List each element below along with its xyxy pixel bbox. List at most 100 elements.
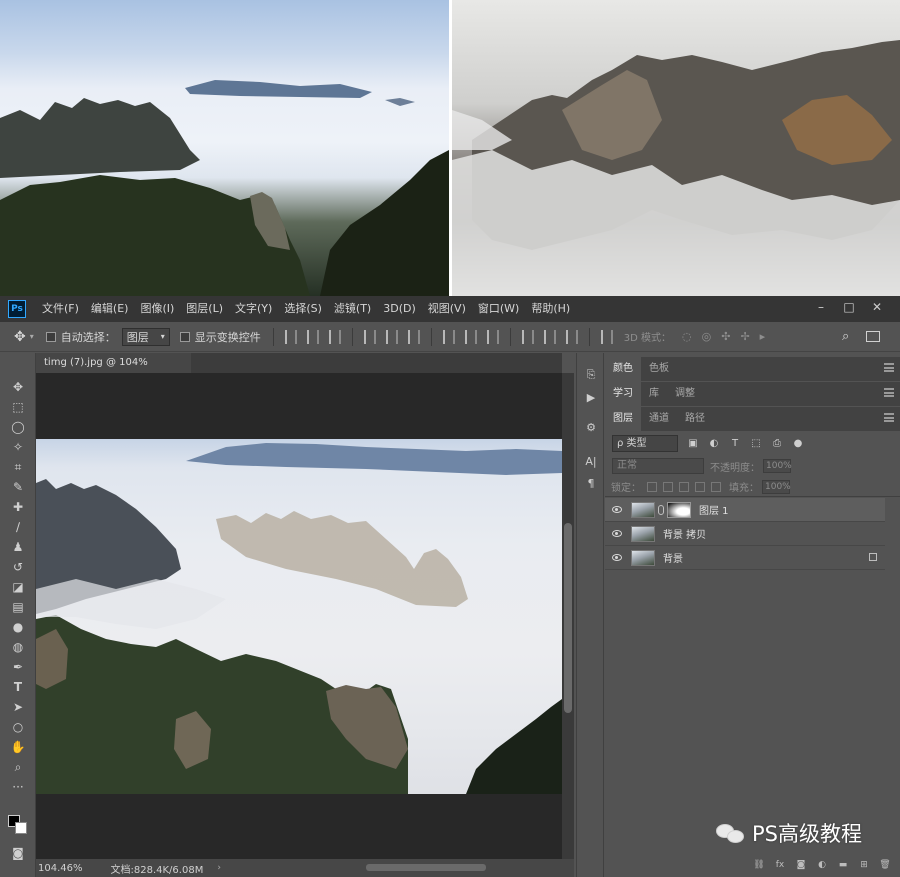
tab-adjustments[interactable]: 调整 [667, 382, 703, 406]
marquee-tool-icon[interactable]: ⬚ [8, 397, 28, 417]
add-mask-icon[interactable]: ◙ [795, 859, 807, 871]
tab-paths[interactable]: 路径 [677, 407, 713, 431]
properties-panel-icon[interactable]: ⚙ [583, 419, 599, 435]
panel-menu-icon[interactable] [884, 388, 894, 397]
horizontal-scrollbar-thumb[interactable] [366, 864, 486, 871]
new-group-icon[interactable]: ▬ [837, 859, 849, 871]
auto-select-checkbox[interactable] [45, 331, 56, 342]
close-button[interactable]: ✕ [866, 296, 888, 318]
paragraph-panel-icon[interactable]: ¶ [583, 475, 599, 491]
menu-type[interactable]: 文字(Y) [229, 296, 278, 322]
character-panel-icon[interactable]: A| [583, 453, 599, 469]
vertical-scrollbar[interactable] [562, 373, 574, 859]
lasso-tool-icon[interactable]: ◯ [8, 417, 28, 437]
opacity-input[interactable]: 100% [763, 459, 792, 473]
path-selection-tool-icon[interactable]: ➤ [8, 697, 28, 717]
brush-tool-icon[interactable]: ∕ [8, 517, 28, 537]
lock-transparent-icon[interactable] [647, 481, 657, 492]
move-icon[interactable]: ✥ [14, 329, 26, 345]
zoom-tool-icon[interactable]: ⌕ [8, 757, 28, 777]
distribute-bottom-icon[interactable] [486, 329, 499, 344]
eyedropper-tool-icon[interactable]: ✎ [8, 477, 28, 497]
align-bottom-icon[interactable] [328, 329, 341, 344]
blur-tool-icon[interactable]: ● [8, 617, 28, 637]
menu-image[interactable]: 图像(I) [134, 296, 180, 322]
lock-image-icon[interactable] [663, 481, 673, 492]
tool-preset-chevron-icon[interactable]: ▾ [30, 332, 34, 341]
search-icon[interactable]: ⌕ [842, 329, 849, 344]
menu-layer[interactable]: 图层(L) [180, 296, 229, 322]
tab-libraries[interactable]: 库 [641, 382, 667, 406]
lock-icon[interactable] [869, 553, 877, 561]
layer-row[interactable]: 图层 1 [605, 498, 885, 522]
tab-swatches[interactable]: 色板 [641, 357, 677, 381]
lock-artboard-icon[interactable] [695, 481, 705, 492]
tab-color[interactable]: 颜色 [605, 357, 641, 381]
crop-tool-icon[interactable]: ⌗ [8, 457, 28, 477]
history-panel-icon[interactable]: ⎘ [583, 367, 599, 383]
new-layer-icon[interactable]: ⊞ [858, 859, 870, 871]
align-right-icon[interactable] [407, 329, 420, 344]
history-brush-tool-icon[interactable]: ↺ [8, 557, 28, 577]
move-tool-icon[interactable]: ✥ [8, 377, 28, 397]
trash-icon[interactable]: 🗑 [879, 859, 891, 871]
filter-pixel-icon[interactable]: ▣ [687, 437, 699, 449]
align-hcenter-icon[interactable] [385, 329, 398, 344]
clone-stamp-tool-icon[interactable]: ♟ [8, 537, 28, 557]
menu-select[interactable]: 选择(S) [278, 296, 328, 322]
eye-icon[interactable] [612, 554, 622, 561]
layer-row[interactable]: 背景 拷贝 [605, 522, 885, 546]
layer-style-fx-icon[interactable]: fx [774, 859, 786, 871]
filter-type-icon[interactable]: T [729, 437, 741, 449]
tab-layers[interactable]: 图层 [605, 407, 641, 431]
align-vcenter-icon[interactable] [306, 329, 319, 344]
link-layers-icon[interactable]: ⛓ [753, 859, 765, 871]
lock-position-icon[interactable] [679, 481, 689, 492]
filter-smartobject-icon[interactable]: ⎙ [771, 437, 783, 449]
quick-mask-icon[interactable]: ◙ [8, 843, 28, 863]
link-icon[interactable] [658, 504, 664, 515]
type-tool-icon[interactable]: T [8, 677, 28, 697]
layer-row[interactable]: 背景 [605, 546, 885, 570]
align-top-icon[interactable] [284, 329, 297, 344]
eye-icon[interactable] [612, 530, 622, 537]
pen-tool-icon[interactable]: ✒ [8, 657, 28, 677]
lock-all-icon[interactable] [711, 481, 721, 492]
menu-filter[interactable]: 滤镜(T) [328, 296, 377, 322]
distribute-top-icon[interactable] [442, 329, 455, 344]
video-3d-icon[interactable]: ▸ [760, 330, 766, 343]
auto-align-icon[interactable] [600, 329, 613, 344]
menu-3d[interactable]: 3D(D) [377, 296, 422, 322]
panel-menu-icon[interactable] [884, 413, 894, 422]
distribute-hcenter-icon[interactable] [543, 329, 556, 344]
menu-window[interactable]: 窗口(W) [472, 296, 525, 322]
eraser-tool-icon[interactable]: ◪ [8, 577, 28, 597]
align-left-icon[interactable] [363, 329, 376, 344]
hand-tool-icon[interactable]: ✋ [8, 737, 28, 757]
distribute-right-icon[interactable] [565, 329, 578, 344]
menu-file[interactable]: 文件(F) [36, 296, 85, 322]
auto-select-target-dropdown[interactable]: 图层 ▾ [121, 327, 170, 346]
zoom-level[interactable]: 104.46% [38, 863, 83, 874]
show-transform-checkbox[interactable] [179, 331, 190, 342]
ellipse-tool-icon[interactable]: ○ [8, 717, 28, 737]
background-color-swatch[interactable] [15, 822, 27, 834]
document-canvas[interactable] [36, 439, 562, 794]
tab-learn[interactable]: 学习 [605, 382, 641, 406]
filter-adjustment-icon[interactable]: ◐ [708, 437, 720, 449]
eye-icon[interactable] [612, 506, 622, 513]
filter-toggle-icon[interactable]: ● [792, 437, 804, 449]
vertical-scrollbar-thumb[interactable] [564, 523, 572, 713]
fill-input[interactable]: 100% [762, 479, 791, 494]
layer-mask-thumbnail[interactable] [667, 501, 691, 518]
workspace-icon[interactable] [866, 331, 880, 342]
blend-mode-dropdown[interactable]: 正常 [612, 458, 704, 474]
drag-3d-icon[interactable]: ✣ [721, 330, 730, 343]
canvas-area[interactable] [36, 373, 562, 859]
menu-edit[interactable]: 编辑(E) [85, 296, 135, 322]
more-tools-icon[interactable]: ··· [8, 777, 28, 797]
actions-panel-icon[interactable]: ▶ [583, 389, 599, 405]
orbit-3d-icon[interactable]: ◌ [682, 330, 692, 343]
roll-3d-icon[interactable]: ◎ [702, 330, 712, 343]
panel-menu-icon[interactable] [884, 363, 894, 372]
